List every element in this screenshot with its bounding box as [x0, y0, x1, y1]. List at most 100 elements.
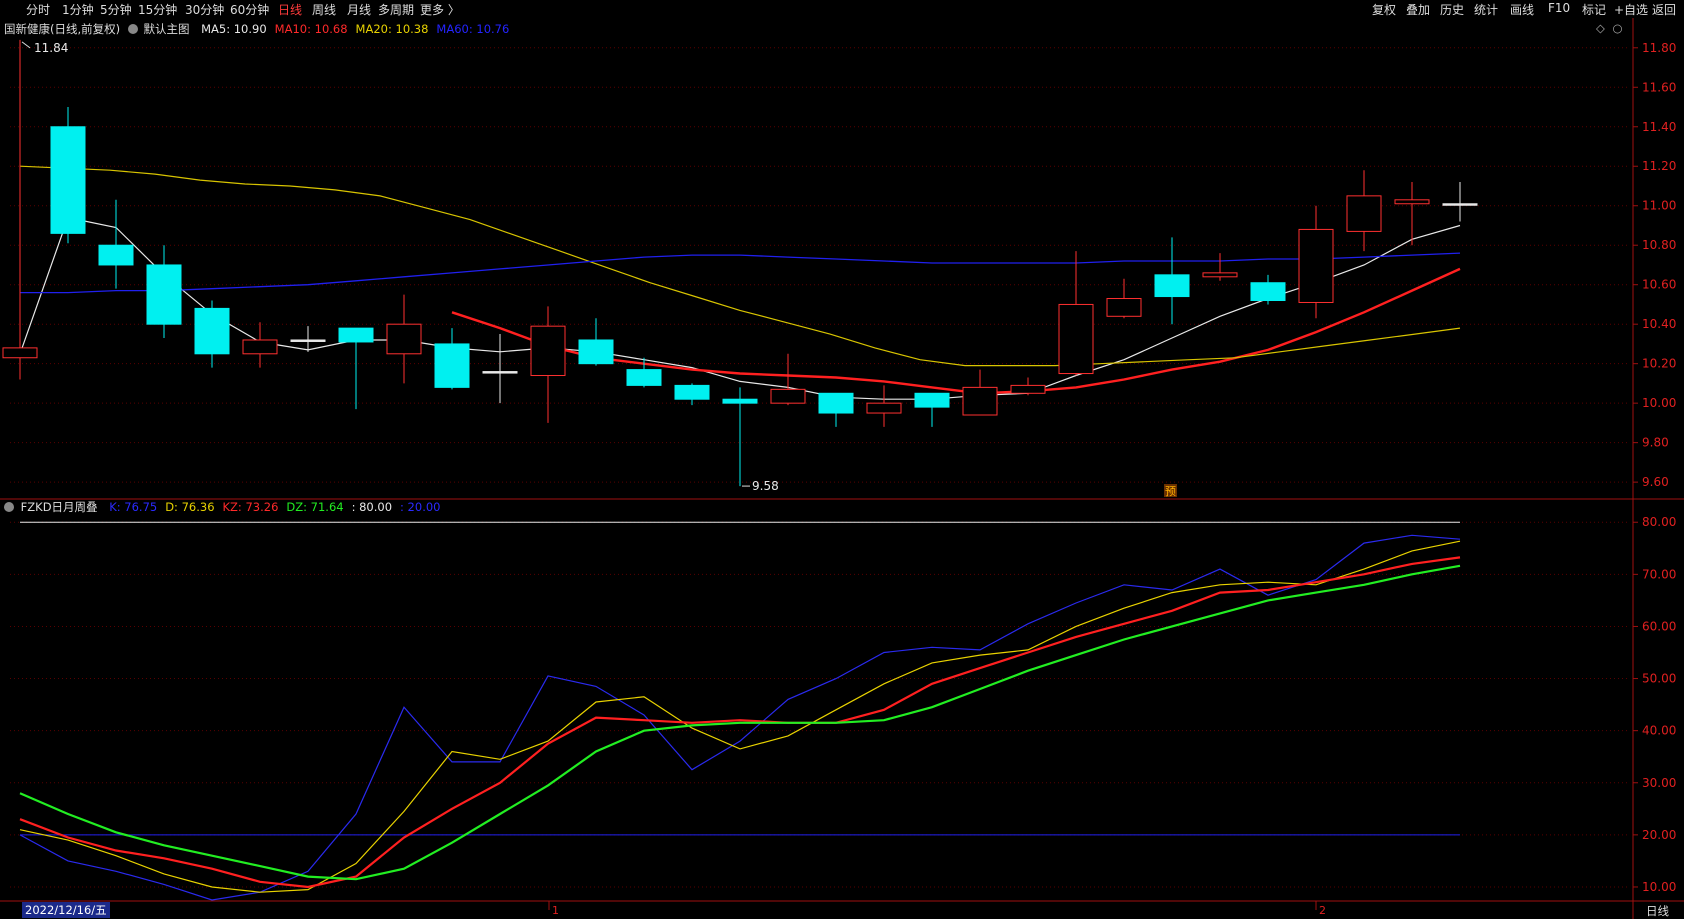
candle-body [914, 392, 950, 408]
sub-y-tick-label: 60.00 [1642, 619, 1676, 633]
sub-indicator-value-3: DZ: 71.64 [286, 500, 344, 514]
main-y-tick-label: 10.60 [1642, 278, 1676, 292]
main-indicator-value-1: MA10: 10.68 [274, 22, 348, 36]
sub-indicator-value-5: : 20.00 [400, 500, 441, 514]
toolbar-button-0[interactable]: 复权 [1372, 1, 1396, 18]
sub-y-tick-label: 30.00 [1642, 776, 1676, 790]
candle-body [386, 323, 422, 355]
candle-body [818, 392, 854, 414]
candle-body [338, 327, 374, 343]
toolbar-button-6[interactable]: 标记 [1582, 1, 1606, 18]
candle-body [1298, 228, 1334, 303]
forecast-marker: 预 [1165, 485, 1176, 498]
month-tick-label: 1 [552, 904, 559, 917]
main-panel-icons: ◇ ○ [1596, 21, 1623, 35]
chart-collapse-icon[interactable] [127, 24, 138, 34]
candle-body [1250, 282, 1286, 301]
candle-body [242, 339, 278, 355]
toolbar-button-7[interactable]: +自选 [1614, 1, 1648, 18]
main-y-tick-label: 9.60 [1642, 475, 1669, 489]
main-y-tick-label: 9.80 [1642, 436, 1669, 450]
top-toolbar: 分时 1分钟 5分钟 15分钟 30分钟 60分钟 日线 周线 月线 多周期 更多 〉 复权 叠加 历史统… [0, 0, 1684, 18]
sub-indicator-values: K: 76.75 D: 76.36 KZ: 73.26 DZ: 71.64 : 80.0… [101, 500, 440, 514]
candle-body [578, 339, 614, 365]
candle-body [1106, 298, 1142, 317]
toolbar-button-3[interactable]: 统计 [1474, 1, 1498, 18]
main-chart-name[interactable]: 默认主图 [143, 22, 189, 36]
candle-body [626, 369, 662, 386]
candle-body [194, 307, 230, 355]
main-y-tick-label: 11.00 [1642, 199, 1676, 213]
main-y-tick-label: 11.80 [1642, 41, 1676, 55]
candle-body [1058, 303, 1094, 375]
sub-indicator-value-0: K: 76.75 [109, 500, 158, 514]
period-tab-1[interactable]: 1分钟 [62, 1, 94, 18]
main-y-tick-label: 11.40 [1642, 120, 1676, 134]
candle-body [674, 384, 710, 400]
candle-body [962, 386, 998, 416]
period-label: 日线 [1646, 904, 1669, 918]
main-indicator-value-0: MA5: 10.90 [201, 22, 267, 36]
toolbar-button-8[interactable]: 返回 [1652, 1, 1676, 18]
candle-body [290, 339, 326, 342]
sub-indicator-value-1: D: 76.36 [165, 500, 215, 514]
period-tab-9[interactable]: 多周期 [378, 1, 414, 18]
main-y-tick-label: 11.60 [1642, 80, 1676, 94]
main-y-tick-label: 10.40 [1642, 317, 1676, 331]
candle-body [1442, 203, 1478, 206]
high-price-label: 11.84 [34, 41, 68, 55]
period-tab-10[interactable]: 更多 〉 [420, 1, 460, 18]
sub-collapse-icon[interactable] [4, 502, 14, 512]
toolbar-button-5[interactable]: F10 [1548, 1, 1570, 15]
candle-body [1346, 195, 1382, 232]
candle-body [2, 347, 38, 359]
period-tab-8[interactable]: 月线 [347, 1, 371, 18]
sub-indicator-value-4: : 80.00 [351, 500, 393, 514]
main-candlestick-chart[interactable]: 11.80 11.60 11.40 11.20 11.00 10.80 10.60 10.40… [0, 18, 1684, 500]
main-panel-header: 国新健康(日线,前复权) 默认主图 MA5: 10.90 MA10: 10.68 M… [4, 21, 509, 37]
toolbar-button-2[interactable]: 历史 [1440, 1, 1464, 18]
candle-body [530, 325, 566, 377]
candle-body [866, 402, 902, 414]
low-price-label: 9.58 [752, 479, 779, 493]
candle-body [722, 398, 758, 404]
candle-body [1394, 199, 1430, 205]
main-y-tick-label: 11.20 [1642, 159, 1676, 173]
period-tab-4[interactable]: 30分钟 [185, 1, 224, 18]
period-tab-7[interactable]: 周线 [312, 1, 336, 18]
main-indicator-values: MA5: 10.90 MA10: 10.68 MA20: 10.38 MA60: 10… [193, 22, 509, 36]
candle-body [434, 343, 470, 388]
sub-y-tick-label: 20.00 [1642, 828, 1676, 842]
period-tab-5[interactable]: 60分钟 [230, 1, 269, 18]
period-tab-3[interactable]: 15分钟 [138, 1, 177, 18]
candle-body [1010, 384, 1046, 394]
candle-body [770, 388, 806, 404]
month-tick-label: 2 [1319, 904, 1326, 917]
sub-bg [0, 500, 1684, 919]
sub-y-tick-label: 10.00 [1642, 880, 1676, 894]
sub-y-tick-label: 40.00 [1642, 724, 1676, 738]
main-y-tick-label: 10.00 [1642, 396, 1676, 410]
diamond-icon[interactable]: ◇ [1596, 21, 1605, 35]
candle-body [146, 264, 182, 325]
close-icon[interactable]: ○ [1613, 21, 1623, 35]
toolbar-button-4[interactable]: 画线 [1510, 1, 1534, 18]
sub-indicator-name[interactable]: FZKD日月周叠 [21, 500, 98, 514]
main-indicator-value-2: MA20: 10.38 [355, 22, 429, 36]
toolbar-button-1[interactable]: 叠加 [1406, 1, 1430, 18]
period-tab-6[interactable]: 日线 [278, 1, 302, 18]
sub-y-tick-label: 50.00 [1642, 672, 1676, 686]
sub-y-tick-label: 80.00 [1642, 515, 1676, 529]
fzkd-indicator-chart[interactable]: 80.00 70.00 60.00 50.00 40.00 30.00 20.00 10.00… [0, 500, 1684, 919]
period-tab-0[interactable]: 分时 [26, 1, 50, 18]
candle-body [50, 126, 86, 234]
main-y-tick-label: 10.80 [1642, 238, 1676, 252]
stock-label: 国新健康(日线,前复权) [4, 22, 121, 36]
candle-body [1202, 272, 1238, 278]
candle-body [1154, 274, 1190, 298]
period-tab-2[interactable]: 5分钟 [100, 1, 132, 18]
sub-indicator-value-2: KZ: 73.26 [222, 500, 279, 514]
sub-y-tick-label: 70.00 [1642, 567, 1676, 581]
main-indicator-value-3: MA60: 10.76 [436, 22, 510, 36]
main-y-tick-label: 10.20 [1642, 357, 1676, 371]
